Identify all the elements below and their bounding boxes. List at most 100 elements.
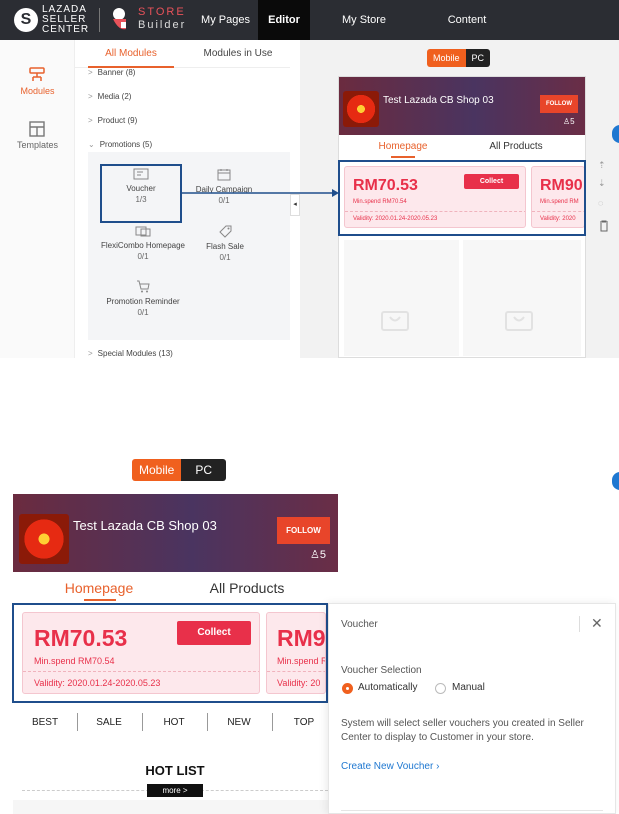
radio-automatically[interactable]: [342, 683, 353, 694]
module-promotion-reminder[interactable]: Promotion Reminder 0/1: [100, 280, 186, 317]
tab-homepage[interactable]: Homepage: [370, 141, 436, 152]
module-count: 0/1: [219, 253, 231, 262]
close-icon[interactable]: ✕: [591, 615, 603, 632]
module-count: 0/1: [137, 308, 149, 317]
tab-all-products[interactable]: All Products: [200, 580, 294, 596]
highlight-box-voucher-preview: [338, 160, 586, 236]
store-builder-line: Builder: [138, 19, 187, 31]
move-up-icon[interactable]: ⇡: [598, 160, 606, 171]
create-new-voucher-link[interactable]: Create New Voucher ›: [341, 761, 439, 772]
module-flash-sale[interactable]: Flash Sale 0/1: [190, 225, 260, 262]
device-toggle[interactable]: Mobile PC: [132, 459, 227, 481]
hide-icon[interactable]: ◌: [598, 198, 603, 208]
module-count: 0/1: [137, 252, 149, 261]
module-name: Promotion Reminder: [106, 297, 180, 306]
modules-icon[interactable]: [28, 66, 46, 84]
brand-text: LAZADA SELLER CENTER: [42, 5, 89, 35]
chevron-right-icon: ›: [436, 761, 440, 772]
nav-my-store-categories[interactable]: My Store Categories: [316, 0, 412, 66]
category-label: Special Modules (13): [97, 349, 173, 358]
highlight-box-voucher-preview: [12, 603, 328, 703]
follow-button[interactable]: FOLLOW: [540, 95, 578, 113]
nav-content-generator[interactable]: Content Generator: [422, 0, 512, 66]
voucher-properties-panel: Voucher ✕ Voucher Selection Automaticall…: [328, 603, 616, 814]
rail-modules-label[interactable]: Modules: [0, 86, 75, 96]
chevron-right-icon: >: [88, 349, 93, 358]
module-daily-campaign[interactable]: Daily Campaign 0/1: [184, 168, 264, 205]
help-button[interactable]: [612, 472, 619, 490]
tab-homepage[interactable]: Homepage: [58, 580, 140, 596]
toggle-pc[interactable]: PC: [181, 459, 227, 481]
category-hot[interactable]: HOT: [151, 717, 197, 728]
category-label: Banner (8): [97, 68, 136, 77]
category-best[interactable]: BEST: [22, 717, 68, 728]
product-placeholder: [463, 240, 581, 356]
shop-logo: [343, 91, 379, 127]
rail-templates-label[interactable]: Templates: [0, 140, 75, 150]
tab-all-modules[interactable]: All Modules: [88, 40, 174, 68]
category-new[interactable]: NEW: [216, 717, 262, 728]
radio-manual[interactable]: [435, 683, 446, 694]
category-promotions[interactable]: ⌄ Promotions (5): [88, 140, 152, 149]
module-name: Flash Sale: [206, 242, 244, 251]
category-top[interactable]: TOP: [281, 717, 327, 728]
image-placeholder-icon: [381, 311, 409, 331]
divider: [142, 713, 143, 731]
product-grid-start: [13, 800, 338, 814]
more-button[interactable]: more >: [147, 784, 203, 797]
combo-icon: [135, 226, 151, 237]
followers-value: 5: [570, 117, 575, 126]
category-sale[interactable]: SALE: [86, 717, 132, 728]
voucher-selection-label: Voucher Selection: [341, 665, 422, 676]
toggle-mobile[interactable]: Mobile: [427, 49, 466, 67]
nav-my-pages[interactable]: My Pages: [198, 0, 253, 40]
category-label: Media (2): [97, 92, 132, 101]
store-builder-line: STORE: [138, 6, 186, 18]
radio-label-manual[interactable]: Manual: [452, 682, 485, 693]
shop-name: Test Lazada CB Shop 03: [383, 95, 494, 106]
chevron-down-icon: ⌄: [88, 140, 95, 149]
divider: [99, 8, 100, 32]
help-button[interactable]: [612, 125, 619, 143]
calendar-icon: [217, 169, 231, 181]
panel-title: Voucher: [341, 619, 378, 630]
category-media[interactable]: > Media (2): [88, 92, 131, 101]
category-special-modules[interactable]: > Special Modules (13): [88, 349, 173, 358]
follow-button[interactable]: FOLLOW: [277, 517, 330, 544]
toggle-pc[interactable]: PC: [465, 49, 491, 67]
module-name: FlexiCombo Homepage: [100, 241, 186, 250]
tab-modules-in-use[interactable]: Modules in Use: [190, 40, 286, 68]
tab-underline: [84, 599, 116, 601]
category-banner[interactable]: > Banner (8): [88, 68, 135, 77]
category-label: Product (9): [97, 116, 138, 125]
category-product[interactable]: > Product (9): [88, 116, 137, 125]
brand-line: CENTER: [42, 24, 90, 35]
chevron-right-icon: >: [88, 116, 93, 125]
shop-logo: [19, 514, 69, 564]
toggle-mobile[interactable]: Mobile: [132, 459, 182, 481]
selection-description: System will select seller vouchers you c…: [341, 718, 584, 743]
link-label: Create New Voucher: [341, 761, 434, 772]
trash-icon[interactable]: [599, 220, 609, 232]
category-label: Promotions (5): [99, 140, 153, 149]
divider: [579, 616, 580, 632]
followers-count: ♙5: [310, 548, 326, 561]
tab-underline: [391, 156, 415, 158]
divider: [77, 713, 78, 731]
highlight-box-voucher-module: [100, 164, 182, 223]
user-icon: ♙: [310, 549, 320, 561]
tab-all-products[interactable]: All Products: [480, 141, 552, 152]
move-down-icon[interactable]: ⇣: [598, 178, 606, 189]
module-flexicombo-homepage[interactable]: FlexiCombo Homepage 0/1: [96, 225, 190, 261]
radio-label-automatically[interactable]: Automatically: [358, 682, 417, 693]
chevron-right-icon: >: [88, 68, 93, 77]
divider: [341, 810, 603, 811]
device-toggle[interactable]: Mobile PC: [427, 49, 491, 67]
nav-editor[interactable]: Editor: [258, 0, 310, 40]
followers-count: ♙5: [563, 117, 575, 126]
templates-icon[interactable]: [28, 120, 46, 138]
arrow-connector: [182, 189, 339, 197]
image-placeholder-icon: [505, 311, 533, 331]
store-builder-text: STORE Builder: [138, 6, 186, 32]
divider: [207, 713, 208, 731]
